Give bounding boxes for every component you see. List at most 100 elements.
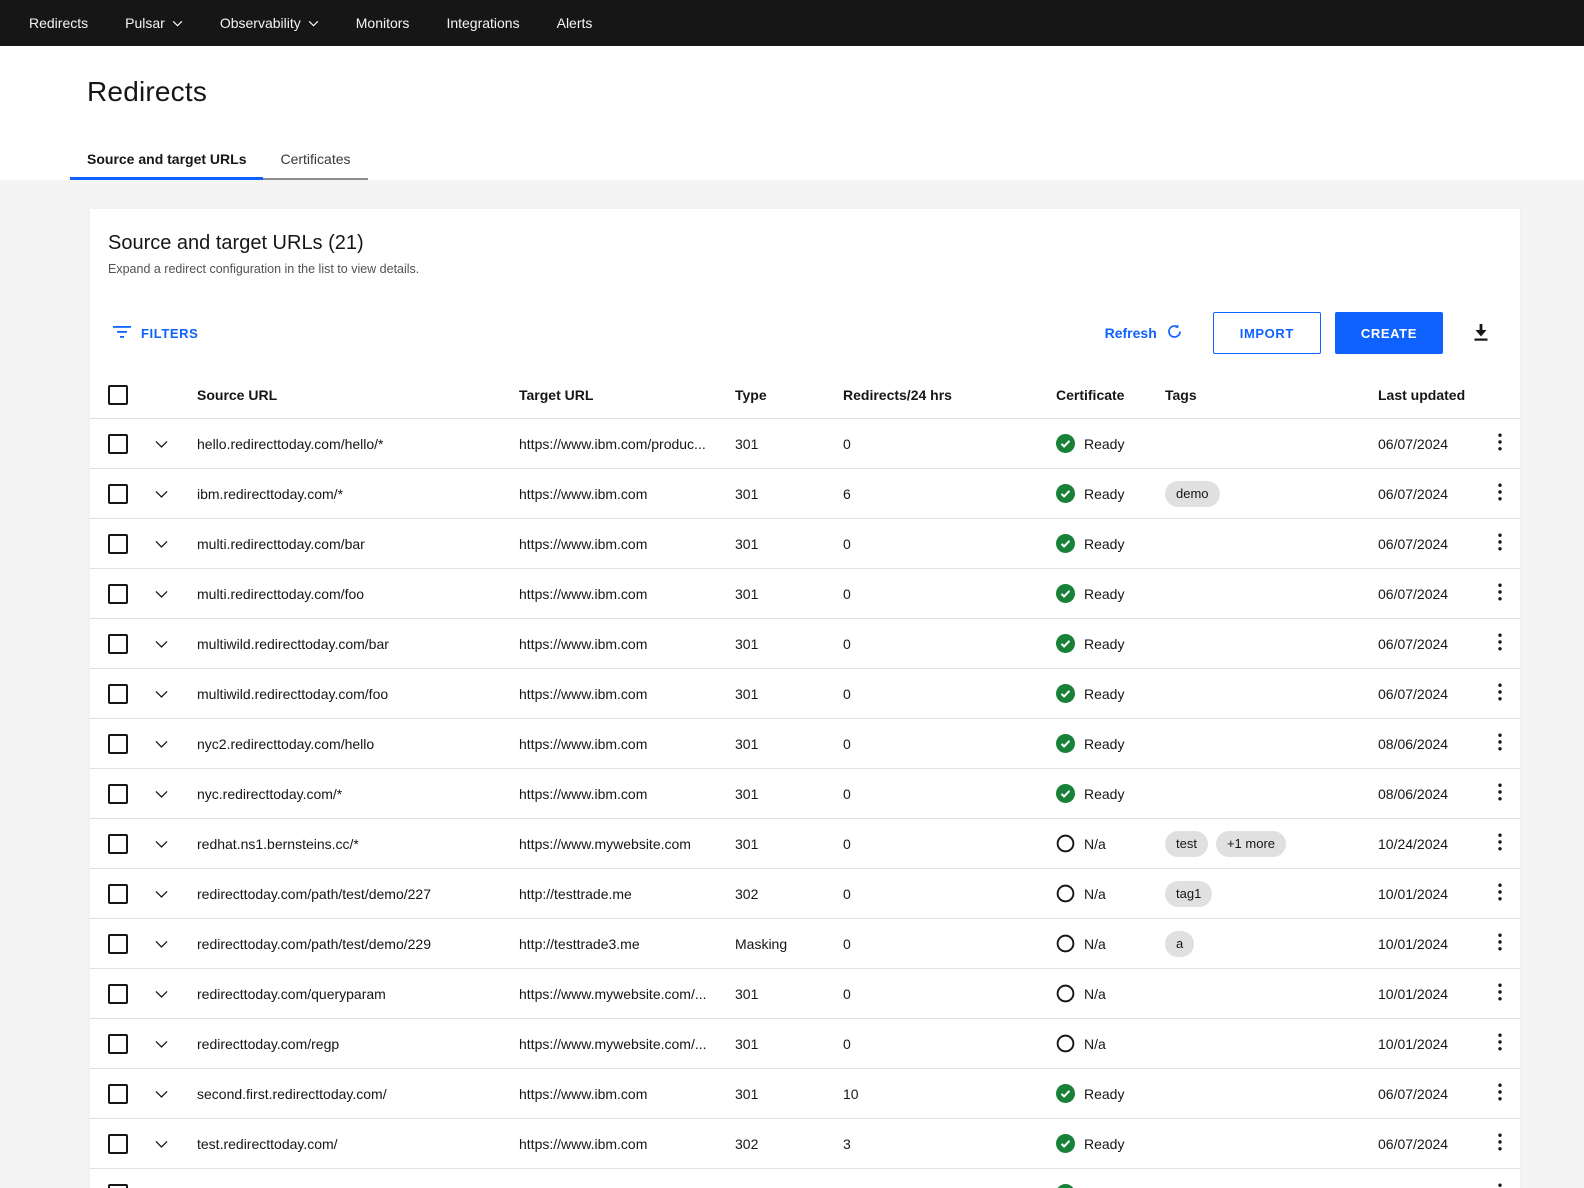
row-checkbox[interactable] [108,1084,128,1104]
expand-row-button[interactable] [134,636,180,652]
tag-pill[interactable]: +1 more [1216,831,1286,857]
target-url-cell: https://www.ibm.com [519,786,735,802]
create-button[interactable]: CREATE [1335,312,1443,354]
column-header-last-updated[interactable]: Last updated [1378,387,1480,403]
row-overflow-menu-button[interactable] [1480,533,1520,554]
tag-pill[interactable]: demo [1165,481,1220,507]
filters-button[interactable]: FILTERS [103,317,208,350]
expand-row-button[interactable] [134,436,180,452]
refresh-label: Refresh [1105,325,1157,341]
tag-pill[interactable]: test [1165,831,1208,857]
row-checkbox[interactable] [108,934,128,954]
row-checkbox[interactable] [108,484,128,504]
download-icon[interactable] [1472,324,1490,343]
row-checkbox[interactable] [108,984,128,1004]
tab-certificates[interactable]: Certificates [263,142,367,180]
refresh-button[interactable]: Refresh [1105,323,1183,343]
row-overflow-menu-button[interactable] [1480,633,1520,654]
certificate-ready-icon [1056,584,1075,603]
nav-item-label: Redirects [29,15,88,31]
row-checkbox[interactable] [108,584,128,604]
row-checkbox[interactable] [108,1134,128,1154]
redirects-count-cell: 0 [843,886,1056,902]
chevron-down-icon [155,1136,168,1152]
expand-row-button[interactable] [134,1136,180,1152]
last-updated-cell: 10/24/2024 [1378,836,1480,852]
row-overflow-menu-button[interactable] [1480,783,1520,804]
expand-row-button[interactable] [134,936,180,952]
header-checkbox-cell [90,385,134,405]
kebab-menu-icon [1498,933,1502,954]
row-checkbox[interactable] [108,534,128,554]
row-checkbox[interactable] [108,734,128,754]
expand-row-button[interactable] [134,786,180,802]
tag-pill[interactable]: a [1165,931,1194,957]
row-checkbox[interactable] [108,1034,128,1054]
nav-item-redirects[interactable]: Redirects [29,15,88,31]
column-header-certificate[interactable]: Certificate [1056,387,1165,403]
nav-item-monitors[interactable]: Monitors [356,15,410,31]
row-overflow-menu-button[interactable] [1480,733,1520,754]
kebab-menu-icon [1498,783,1502,804]
type-cell: 301 [735,486,843,502]
row-checkbox[interactable] [108,884,128,904]
import-button[interactable]: IMPORT [1213,312,1321,354]
expand-row-button[interactable] [134,1036,180,1052]
row-overflow-menu-button[interactable] [1480,1083,1520,1104]
expand-row-button[interactable] [134,486,180,502]
expand-row-button[interactable] [134,1086,180,1102]
row-overflow-menu-button[interactable] [1480,1183,1520,1188]
row-checkbox[interactable] [108,784,128,804]
table-row: multi.redirecttoday.com/bar https://www.… [90,519,1520,569]
row-overflow-menu-button[interactable] [1480,983,1520,1004]
source-url-cell: multi.redirecttoday.com/foo [180,586,519,602]
row-checkbox[interactable] [108,684,128,704]
expand-row-button[interactable] [134,586,180,602]
expand-row-button[interactable] [134,886,180,902]
certificate-ready-icon [1056,784,1075,803]
expand-row-button[interactable] [134,986,180,1002]
row-checkbox[interactable] [108,434,128,454]
column-header-target-url[interactable]: Target URL [519,387,735,403]
nav-item-pulsar[interactable]: Pulsar [125,15,183,31]
row-checkbox[interactable] [108,834,128,854]
nav-item-integrations[interactable]: Integrations [446,15,519,31]
row-checkbox[interactable] [108,1184,128,1188]
nav-item-observability[interactable]: Observability [220,15,319,31]
nav-item-alerts[interactable]: Alerts [557,15,593,31]
row-overflow-menu-button[interactable] [1480,683,1520,704]
kebab-menu-icon [1498,583,1502,604]
row-overflow-menu-button[interactable] [1480,833,1520,854]
expand-row-button[interactable] [134,736,180,752]
row-overflow-menu-button[interactable] [1480,933,1520,954]
select-all-checkbox[interactable] [108,385,128,405]
last-updated-cell: 06/07/2024 [1378,436,1480,452]
row-overflow-menu-button[interactable] [1480,1133,1520,1154]
column-header-redirects[interactable]: Redirects/24 hrs [843,387,1056,403]
row-overflow-menu-button[interactable] [1480,483,1520,504]
row-overflow-menu-button[interactable] [1480,583,1520,604]
column-header-type[interactable]: Type [735,387,843,403]
column-header-source-url[interactable]: Source URL [180,387,519,403]
type-cell: 301 [735,536,843,552]
tag-pill[interactable]: tag1 [1165,881,1212,907]
row-checkbox[interactable] [108,634,128,654]
expand-row-button[interactable] [134,686,180,702]
expand-row-button[interactable] [134,536,180,552]
row-overflow-menu-button[interactable] [1480,433,1520,454]
certificate-na-icon [1056,984,1075,1003]
tab-source-and-target-urls[interactable]: Source and target URLs [70,142,263,180]
type-cell: 301 [735,786,843,802]
certificate-status-label: N/a [1084,886,1106,902]
expand-row-button[interactable] [134,836,180,852]
redirects-count-cell: 6 [843,486,1056,502]
column-header-tags[interactable]: Tags [1165,387,1378,403]
certificate-cell: Ready [1056,634,1165,653]
chevron-down-icon [155,486,168,502]
row-overflow-menu-button[interactable] [1480,1033,1520,1054]
row-overflow-menu-button[interactable] [1480,883,1520,904]
chevron-down-icon [172,20,183,27]
table-toolbar: FILTERS Refresh IMPORT CREATE [90,311,1520,355]
row-checkbox-cell [90,934,134,954]
redirects-count-cell: 0 [843,536,1056,552]
